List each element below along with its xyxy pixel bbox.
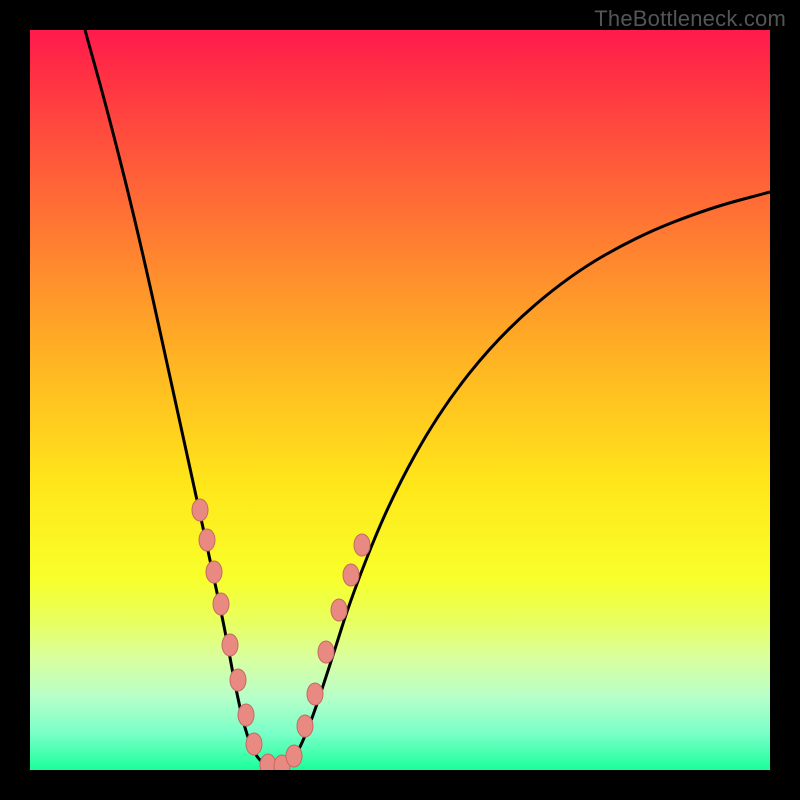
curve-markers [192, 499, 370, 770]
curve-marker [331, 599, 347, 621]
watermark-text: TheBottleneck.com [594, 6, 786, 32]
curve-right-branch [285, 192, 770, 768]
chart-plot-area [30, 30, 770, 770]
curve-marker [213, 593, 229, 615]
curve-marker [318, 641, 334, 663]
curve-marker [307, 683, 323, 705]
curve-marker [343, 564, 359, 586]
chart-frame: TheBottleneck.com [0, 0, 800, 800]
curve-marker [192, 499, 208, 521]
curve-marker [206, 561, 222, 583]
curve-marker [354, 534, 370, 556]
curve-marker [297, 715, 313, 737]
curve-marker [246, 733, 262, 755]
curve-marker [286, 745, 302, 767]
curve-marker [238, 704, 254, 726]
curve-marker [199, 529, 215, 551]
curve-marker [222, 634, 238, 656]
chart-svg [30, 30, 770, 770]
curve-marker [230, 669, 246, 691]
curve-left-branch [85, 30, 275, 768]
